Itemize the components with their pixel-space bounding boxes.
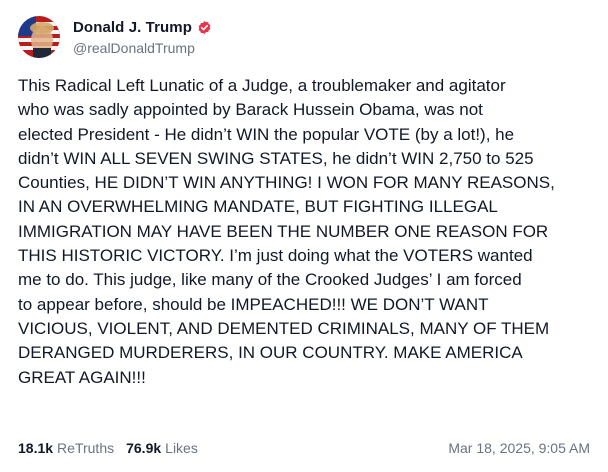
retruths-count: 18.1k <box>18 440 54 456</box>
likes-count: 76.9k <box>126 440 162 456</box>
post-card: Donald J. Trump @realDonaldTrump This Ra… <box>0 0 608 472</box>
avatar[interactable] <box>18 16 60 58</box>
name-row: Donald J. Trump <box>73 19 212 36</box>
avatar-image <box>18 16 60 58</box>
post-text: This Radical Left Lunatic of a Judge, a … <box>18 76 555 387</box>
author-handle[interactable]: @realDonaldTrump <box>73 40 212 56</box>
post-header: Donald J. Trump @realDonaldTrump <box>18 14 590 60</box>
verified-badge-icon <box>197 20 212 35</box>
post-timestamp[interactable]: Mar 18, 2025, 9:05 AM <box>448 440 590 456</box>
author-display-name[interactable]: Donald J. Trump <box>73 19 192 36</box>
likes-label: Likes <box>165 440 198 456</box>
retruths-label: ReTruths <box>57 440 115 456</box>
author-block: Donald J. Trump @realDonaldTrump <box>73 19 212 56</box>
retruths-stat[interactable]: 18.1k ReTruths <box>18 440 114 456</box>
post-footer: 18.1k ReTruths 76.9k Likes Mar 18, 2025, 9… <box>18 440 590 456</box>
likes-stat[interactable]: 76.9k Likes <box>126 440 198 456</box>
